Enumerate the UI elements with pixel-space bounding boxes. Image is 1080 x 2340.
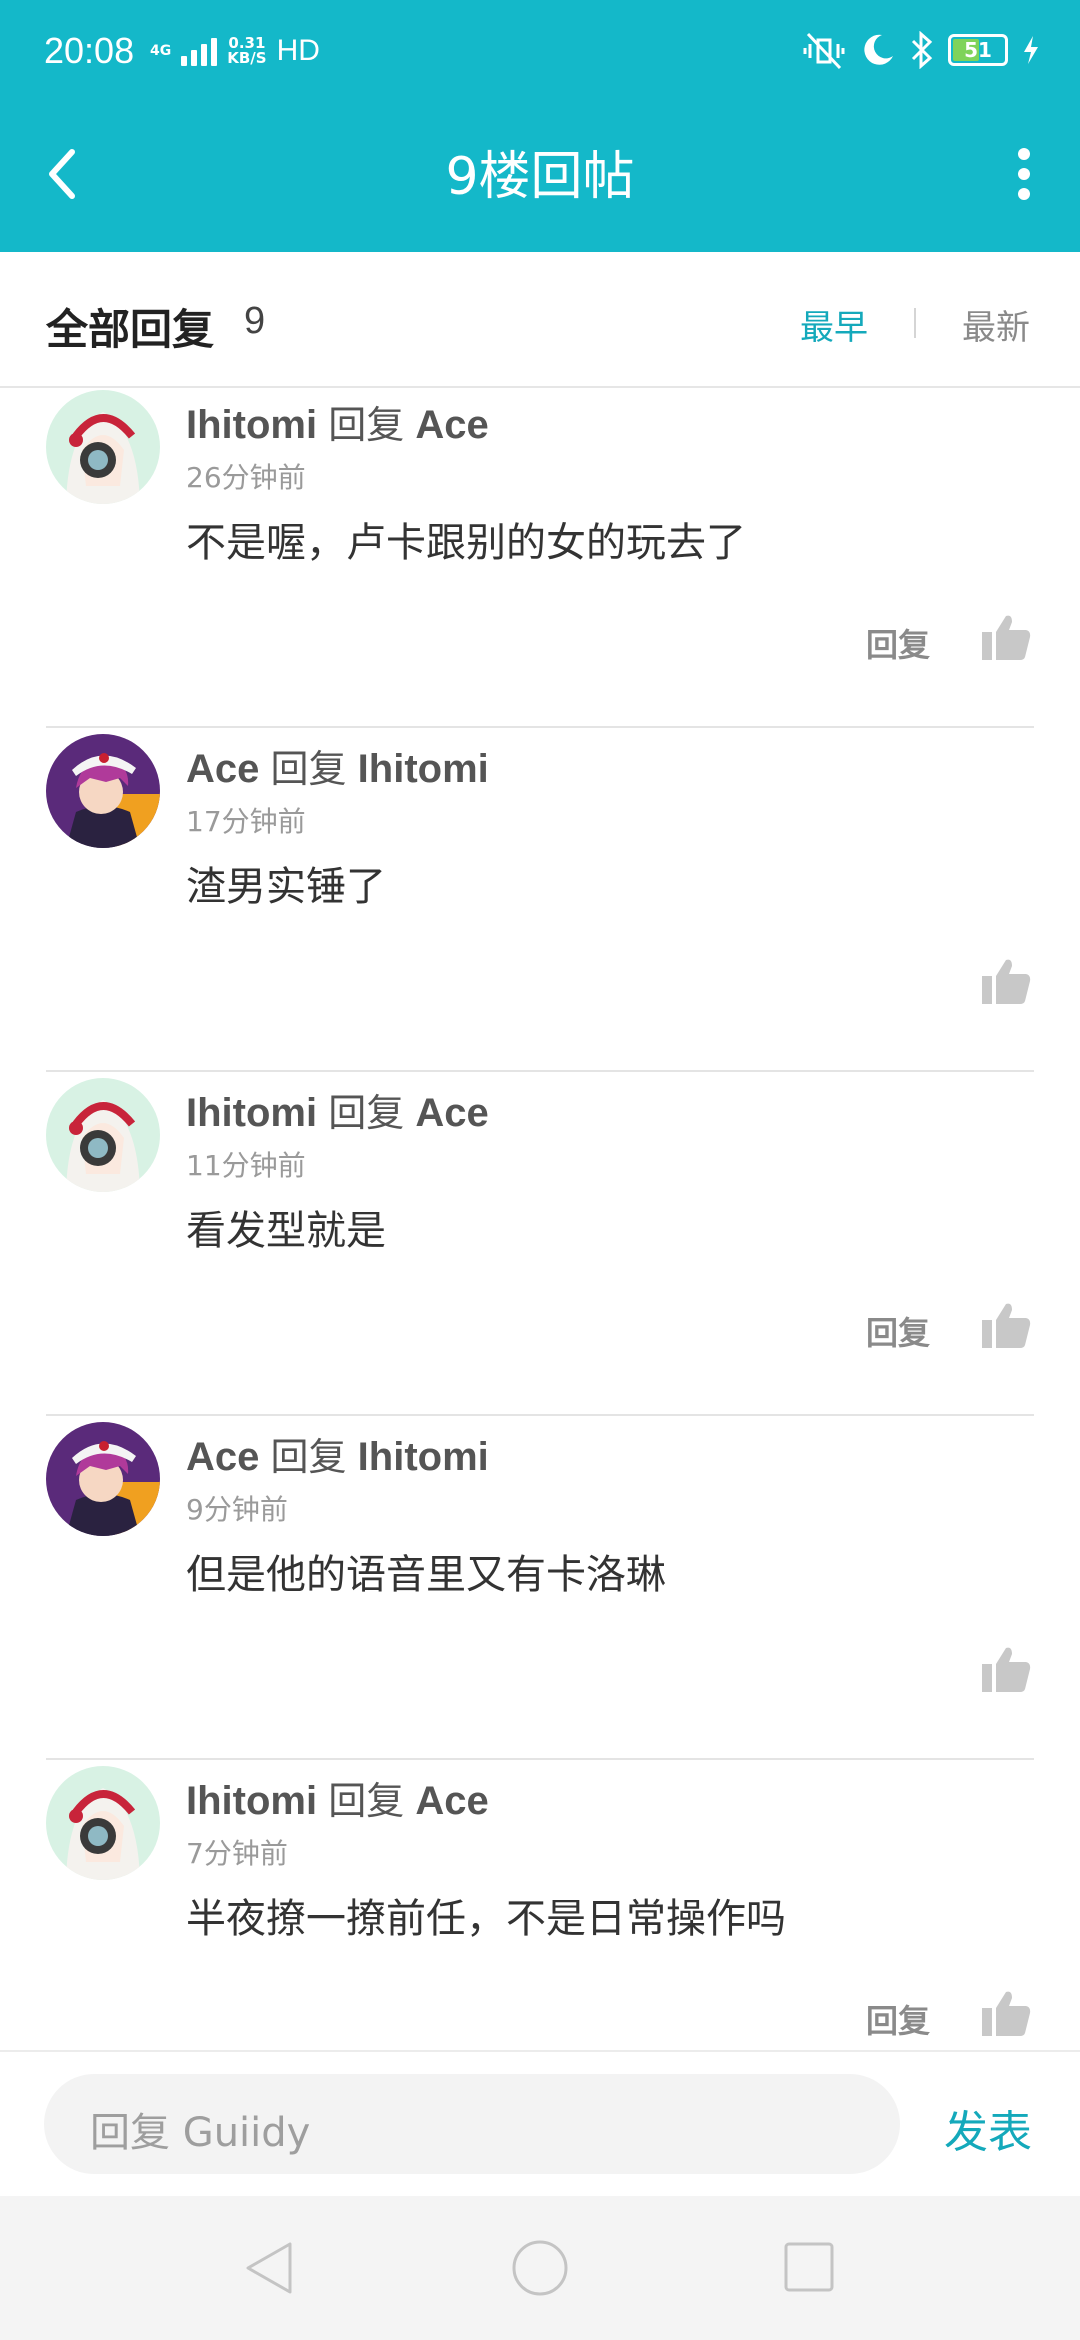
nav-recents-square-icon[interactable] (780, 2238, 840, 2298)
nav-bar: 9楼回帖 (0, 106, 1080, 252)
battery-icon: 51 (948, 34, 1008, 66)
reply-time: 9分钟前 (186, 1493, 288, 1526)
moon-icon (864, 34, 893, 65)
thumbs-up-icon[interactable] (980, 1988, 1032, 2038)
thumbs-up-icon[interactable] (980, 1644, 1032, 1694)
reply-text: 渣男实锤了 (186, 864, 386, 910)
avatar-ace-image (46, 1422, 160, 1536)
reply-time: 11分钟前 (186, 1149, 306, 1182)
sort-latest-tab[interactable]: 最新 (962, 300, 1030, 349)
status-bar: 20:08 4G 0.31 KB/S HD 51 (0, 0, 1080, 106)
reply-text: 不是喔，卢卡跟别的女的玩去了 (186, 520, 746, 566)
vibrate-off-icon (803, 32, 845, 70)
reply-target[interactable]: Ace (415, 1779, 488, 1823)
reply-target[interactable]: Ace (415, 403, 488, 447)
reply-time: 26分钟前 (186, 461, 306, 494)
avatar-ace-image (46, 734, 160, 848)
reply-item: Ihitomi 回复 Ace 7分钟前 半夜撩一撩前任，不是日常操作吗 回复 (0, 1760, 1080, 2050)
reply-word: 回复 (328, 403, 405, 447)
replies-header: 全部回复 9 最早 最新 (0, 252, 1080, 388)
reply-header: Ihitomi 回复 Ace (186, 1082, 489, 1137)
reply-list[interactable]: Ihitomi 回复 Ace 26分钟前 不是喔，卢卡跟别的女的玩去了 回复 A… (0, 390, 1080, 2050)
reply-word: 回复 (270, 1435, 347, 1479)
reply-time: 17分钟前 (186, 805, 306, 838)
hd-indicator: HD (276, 34, 320, 67)
reply-header: Ace 回复 Ihitomi (186, 738, 489, 793)
thumbs-up-icon[interactable] (980, 956, 1032, 1006)
reply-button[interactable]: 回复 (866, 1996, 930, 2042)
reply-time: 7分钟前 (186, 1837, 288, 1870)
reply-input[interactable]: 回复 Guiidy (44, 2074, 900, 2174)
battery-level: 51 (964, 38, 992, 62)
reply-word: 回复 (270, 747, 347, 791)
reply-input-placeholder: 回复 Guiidy (90, 2110, 311, 2156)
bluetooth-icon (911, 31, 933, 69)
network-indicator: 4G (150, 44, 171, 58)
reply-text: 看发型就是 (186, 1208, 386, 1254)
reply-input-bar: 回复 Guiidy 发表 (0, 2050, 1080, 2196)
system-nav-bar (0, 2196, 1080, 2340)
reply-target[interactable]: Ihitomi (358, 747, 489, 791)
page-title: 9楼回帖 (445, 147, 635, 207)
reply-target[interactable]: Ace (415, 1091, 488, 1135)
reply-text: 但是他的语音里又有卡洛琳 (186, 1552, 666, 1598)
avatar-ihitomi-image (46, 390, 160, 504)
reply-count: 9 (244, 300, 266, 342)
avatar[interactable] (46, 1078, 160, 1192)
reply-item: Ihitomi 回复 Ace 11分钟前 看发型就是 回复 (0, 1072, 1080, 1416)
more-icon[interactable] (1012, 142, 1036, 206)
reply-target[interactable]: Ihitomi (358, 1435, 489, 1479)
reply-author[interactable]: Ihitomi (186, 1779, 317, 1823)
reply-item: Ace 回复 Ihitomi 9分钟前 但是他的语音里又有卡洛琳 (0, 1416, 1080, 1760)
reply-word: 回复 (328, 1779, 405, 1823)
reply-button[interactable]: 回复 (866, 620, 930, 666)
avatar[interactable] (46, 390, 160, 504)
section-title: 全部回复 (46, 305, 215, 354)
signal-icon (181, 36, 218, 66)
avatar-ihitomi-image (46, 1078, 160, 1192)
reply-header: Ace 回复 Ihitomi (186, 1426, 489, 1481)
reply-item: Ihitomi 回复 Ace 26分钟前 不是喔，卢卡跟别的女的玩去了 回复 (0, 390, 1080, 728)
reply-header: Ihitomi 回复 Ace (186, 394, 489, 449)
reply-word: 回复 (328, 1091, 405, 1135)
reply-button[interactable]: 回复 (866, 1308, 930, 1354)
avatar[interactable] (46, 734, 160, 848)
avatar-ihitomi-image (46, 1766, 160, 1880)
reply-author[interactable]: Ace (186, 747, 259, 791)
sort-divider (914, 308, 916, 338)
avatar[interactable] (46, 1766, 160, 1880)
charging-icon (1024, 36, 1038, 64)
reply-author[interactable]: Ihitomi (186, 403, 317, 447)
thumbs-up-icon[interactable] (980, 612, 1032, 662)
status-time: 20:08 (44, 30, 135, 71)
nav-back-triangle-icon[interactable] (240, 2238, 300, 2298)
status-right-icons: 51 (802, 30, 1040, 70)
send-button[interactable]: 发表 (944, 2096, 1032, 2160)
nav-home-circle-icon[interactable] (510, 2238, 570, 2298)
reply-author[interactable]: Ihitomi (186, 1091, 317, 1135)
network-speed: 0.31 KB/S (227, 36, 266, 66)
sort-earliest-tab[interactable]: 最早 (800, 300, 868, 349)
network-type: 4G (150, 43, 172, 59)
speed-unit: KB/S (227, 49, 267, 67)
thumbs-up-icon[interactable] (980, 1300, 1032, 1350)
reply-item: Ace 回复 Ihitomi 17分钟前 渣男实锤了 (0, 728, 1080, 1072)
reply-header: Ihitomi 回复 Ace (186, 1770, 489, 1825)
reply-text: 半夜撩一撩前任，不是日常操作吗 (186, 1896, 786, 1942)
status-left-icons: 4G 0.31 KB/S HD (150, 34, 320, 68)
avatar[interactable] (46, 1422, 160, 1536)
reply-author[interactable]: Ace (186, 1435, 259, 1479)
